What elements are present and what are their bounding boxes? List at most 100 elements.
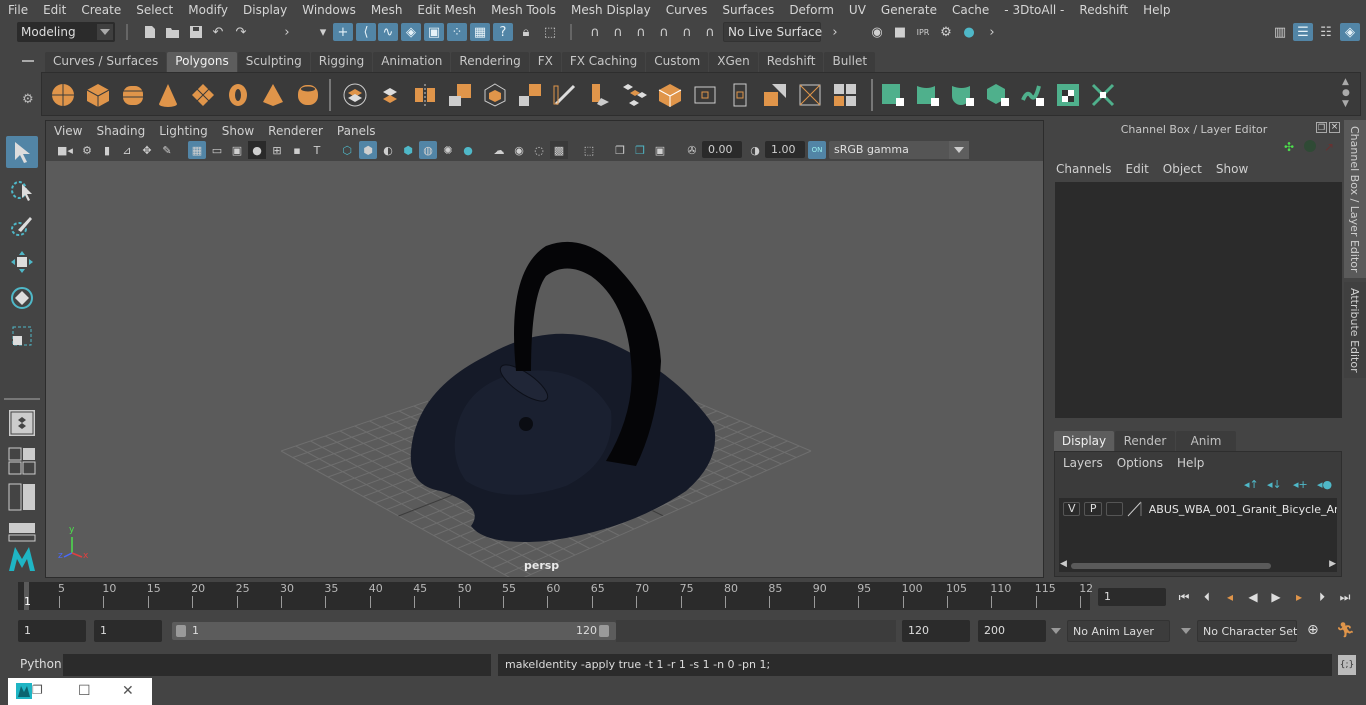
menu-mesh[interactable]: Mesh	[363, 3, 410, 17]
toggle-icon[interactable]	[1304, 140, 1316, 152]
layer-tab-anim[interactable]: Anim	[1176, 431, 1236, 451]
close-icon[interactable]: ✕	[122, 683, 134, 699]
ipr-render-icon[interactable]: IPR	[913, 23, 933, 41]
playback-start-field[interactable]: 1	[94, 620, 162, 642]
mirror-icon[interactable]	[412, 82, 438, 108]
range-start-handle[interactable]	[176, 625, 186, 637]
image-plane-icon[interactable]: ⊿	[118, 141, 136, 159]
collapse-icon[interactable]	[832, 82, 858, 108]
film-gate-icon[interactable]: ▭	[208, 141, 226, 159]
layer-playback-toggle[interactable]: P	[1084, 502, 1102, 516]
shelf-tab-xgen[interactable]: XGen	[709, 52, 758, 72]
render-settings-icon[interactable]: ⚙	[936, 23, 956, 41]
side-tab-channel-box[interactable]: Channel Box / Layer Editor	[1344, 120, 1366, 278]
shelf-tab-rendering[interactable]: Rendering	[451, 52, 529, 72]
layer-menu-options[interactable]: Options	[1117, 456, 1163, 470]
shelf-tab-polygons[interactable]: Polygons	[167, 52, 237, 72]
shelf-menu-icon[interactable]	[22, 60, 34, 62]
step-back-key-icon[interactable]: ◂	[1220, 588, 1240, 606]
textured-icon[interactable]: ◍	[419, 141, 437, 159]
move-tool-icon[interactable]	[6, 246, 38, 278]
paint-select-tool-icon[interactable]	[6, 210, 38, 242]
collapse-arrow-icon[interactable]: ›	[277, 23, 297, 41]
merge-icon[interactable]	[762, 82, 788, 108]
viewport-menu-view[interactable]: View	[54, 124, 82, 138]
select-by-hierarchy-icon[interactable]: +	[333, 23, 353, 41]
viewport-menu-show[interactable]: Show	[222, 124, 254, 138]
wireframe-on-shaded-icon[interactable]: ◐	[379, 141, 397, 159]
collapse-arrow-icon[interactable]: ›	[825, 23, 845, 41]
grid-icon[interactable]: ▦	[188, 141, 206, 159]
menu-create[interactable]: Create	[73, 3, 128, 17]
play-forwards-icon[interactable]: ▶	[1266, 588, 1286, 606]
mode-selector[interactable]: Modeling	[17, 22, 115, 42]
character-set-select[interactable]: No Character Set	[1197, 620, 1297, 642]
multi-cut-icon[interactable]	[552, 82, 578, 108]
menu-cache[interactable]: Cache	[944, 3, 996, 17]
render-view-icon[interactable]: ◉	[867, 23, 887, 41]
new-scene-icon[interactable]	[140, 23, 160, 41]
layer-menu-help[interactable]: Help	[1177, 456, 1204, 470]
uv-cylindrical-icon[interactable]	[915, 82, 941, 108]
bevel-icon[interactable]	[657, 82, 683, 108]
scroll-left-icon[interactable]: ◀	[1060, 559, 1067, 569]
menu-3dtoall[interactable]: - 3DtoAll -	[996, 3, 1071, 17]
step-forward-frame-icon[interactable]: ⏵	[1312, 588, 1332, 606]
snap-align-icon[interactable]: ∩	[608, 23, 628, 41]
magnet-icon[interactable]: ∩	[700, 23, 720, 41]
reduce-icon[interactable]	[482, 82, 508, 108]
channel-list[interactable]	[1055, 182, 1342, 418]
shelf-tab-sculpting[interactable]: Sculpting	[237, 52, 310, 72]
menu-surfaces[interactable]: Surfaces	[714, 3, 781, 17]
append-icon[interactable]	[692, 82, 718, 108]
snap-point-icon[interactable]: ⁘	[447, 23, 467, 41]
single-view-layout-icon[interactable]	[6, 407, 38, 439]
four-view-layout-icon[interactable]	[6, 445, 38, 477]
menu-help[interactable]: Help	[1135, 3, 1177, 17]
script-editor-icon[interactable]: {;}	[1338, 655, 1356, 675]
gamma-icon[interactable]: ◑	[746, 141, 764, 159]
safe-title-icon[interactable]: T	[308, 141, 326, 159]
combine-icon[interactable]	[342, 82, 368, 108]
help-icon[interactable]: ?	[493, 23, 513, 41]
step-forward-key-icon[interactable]: ▸	[1289, 588, 1309, 606]
poly-cube-icon[interactable]	[85, 82, 111, 108]
xray-active-icon[interactable]: ❐	[631, 141, 649, 159]
poly-pipe-icon[interactable]	[295, 82, 321, 108]
animation-end-field[interactable]: 200	[978, 620, 1046, 642]
step-back-frame-icon[interactable]: ⏴	[1197, 588, 1217, 606]
depth-of-field-icon[interactable]: ▩	[550, 141, 568, 159]
camera-attributes-icon[interactable]: ⚙	[78, 141, 96, 159]
layer-tab-render[interactable]: Render	[1115, 431, 1175, 451]
scroll-right-icon[interactable]: ▶	[1329, 559, 1336, 569]
viewport-menu-renderer[interactable]: Renderer	[268, 124, 323, 138]
menu-select[interactable]: Select	[128, 3, 180, 17]
command-language-label[interactable]: Python	[20, 657, 62, 671]
shelf-tab-fx[interactable]: FX	[529, 52, 561, 72]
isolate-select-icon[interactable]: ⬚	[580, 141, 598, 159]
grease-pencil-icon[interactable]: ✎	[158, 141, 176, 159]
layer-menu-layers[interactable]: Layers	[1063, 456, 1103, 470]
new-layer-icon[interactable]: ◂+	[1293, 478, 1308, 491]
camera-icon[interactable]: ■◂	[56, 141, 74, 159]
animation-preferences-icon[interactable]: 🏃︎	[1336, 621, 1355, 639]
extrude-icon[interactable]	[587, 82, 613, 108]
anim-layer-select[interactable]: No Anim Layer	[1067, 620, 1170, 642]
bookmark-icon[interactable]: ▮	[98, 141, 116, 159]
layer-tab-display[interactable]: Display	[1054, 431, 1114, 451]
viewport-menu-panels[interactable]: Panels	[337, 124, 376, 138]
viewport-menu-shading[interactable]: Shading	[96, 124, 145, 138]
menu-deform[interactable]: Deform	[781, 3, 841, 17]
float-panel-icon[interactable]: ❐	[1316, 122, 1327, 133]
rotate-tool-icon[interactable]	[6, 282, 38, 314]
layer-display-type-toggle[interactable]	[1105, 502, 1124, 516]
xray-joints-icon[interactable]: ❐	[611, 141, 629, 159]
command-input[interactable]	[63, 654, 491, 676]
uv-automatic-icon[interactable]	[985, 82, 1011, 108]
xray-icon[interactable]: ⬢	[399, 141, 417, 159]
shelf-tab-custom[interactable]: Custom	[646, 52, 709, 72]
uv-unfold-icon[interactable]	[1020, 82, 1046, 108]
shelf-tab-fx-caching[interactable]: FX Caching	[561, 52, 646, 72]
gamma-field[interactable]: 1.00	[765, 141, 805, 158]
animation-start-field[interactable]: 1	[18, 620, 86, 642]
